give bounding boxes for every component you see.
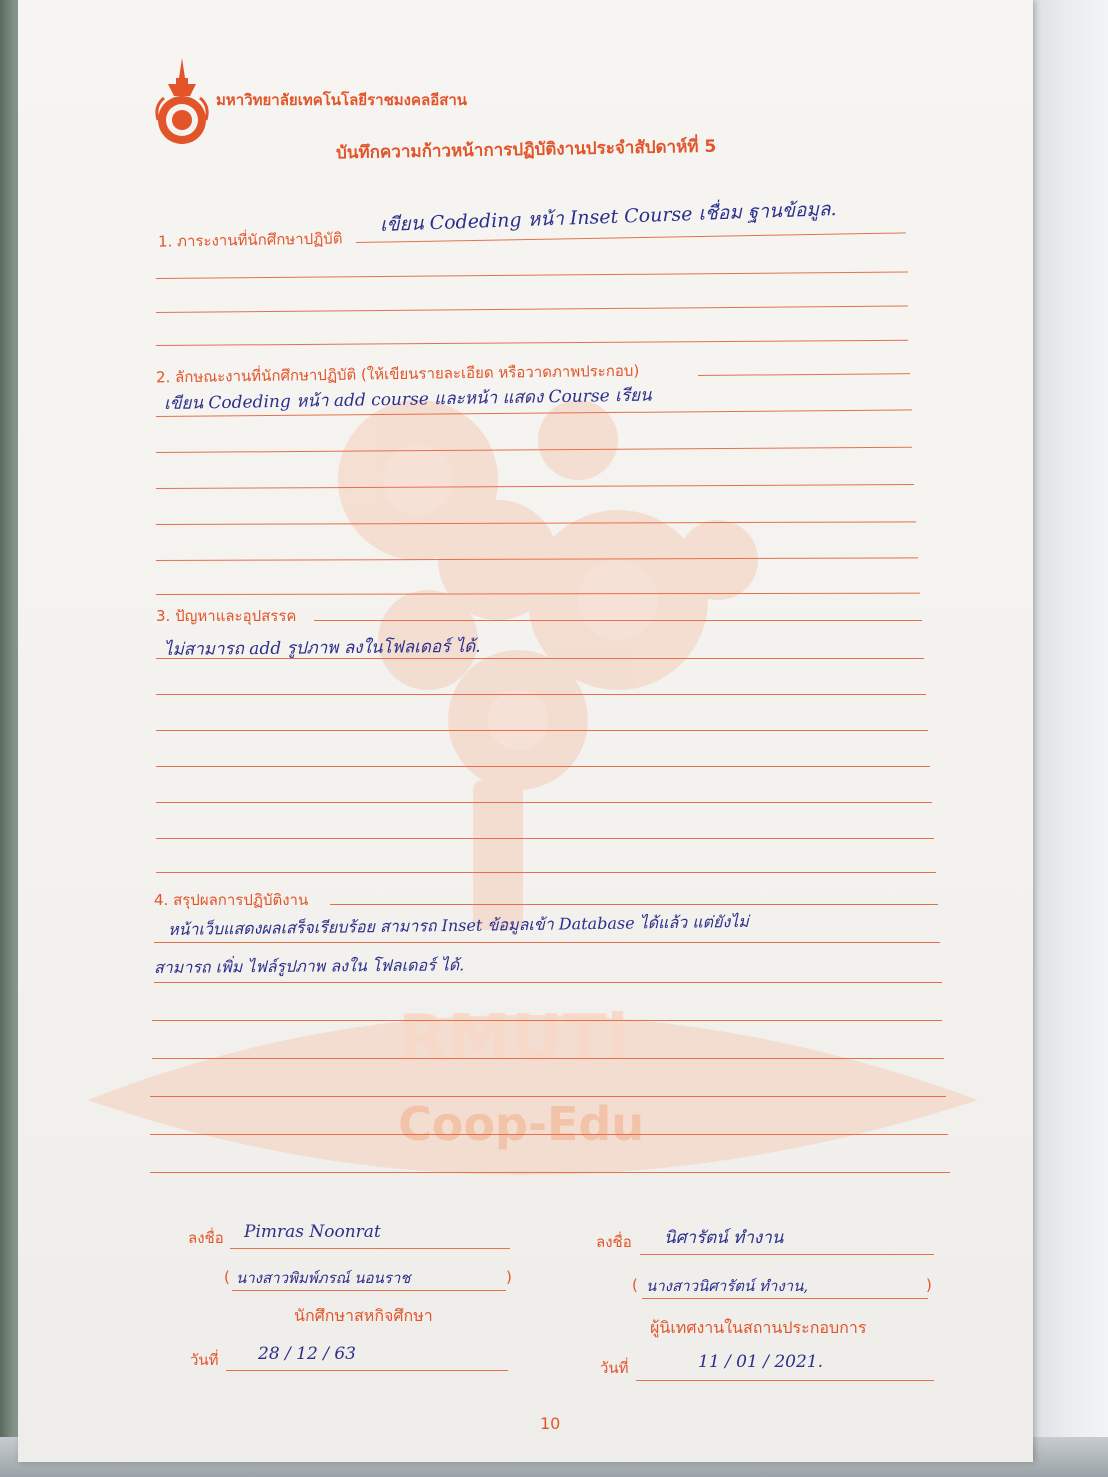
section-4-entry-1: หน้าเว็บแสดงผลเสร็จเรียบร้อย สามารถ Inse… (167, 911, 749, 939)
student-close-paren: ) (506, 1268, 512, 1286)
answer-line (155, 557, 918, 561)
section-1-entry: เขียน Codeding หน้า Inset Course เชื่อม … (379, 198, 837, 236)
answer-line (155, 592, 920, 595)
answer-line (155, 484, 914, 489)
answer-line (156, 694, 926, 695)
date-line (636, 1380, 934, 1381)
university-seal-logo (155, 58, 209, 144)
section-1-label: 1. ภาระงานที่นักศึกษาปฏิบัติ (157, 229, 343, 251)
worksheet-page: RMUTi Coop-Edu มหาวิทยาลัยเทคโนโลยีราชมง… (18, 0, 1033, 1462)
name-line (232, 1290, 506, 1291)
student-open-paren: ( (224, 1268, 230, 1286)
section-3-label: 3. ปัญหาและอุปสรรค (156, 607, 297, 625)
student-printed-name: นางสาวพิมพ์ภรณ์ นอนราช (236, 1269, 411, 1287)
section-4-entry-2: สามารถ เพิ่ม ไฟล์รูปภาพ ลงใน โฟลเดอร์ ได… (153, 955, 465, 977)
answer-line (156, 766, 930, 767)
supervisor-printed-name: นางสาวนิศารัตน์ ทำงาน, (646, 1277, 809, 1295)
supervisor-role: ผู้นิเทศงานในสถานประกอบการ (650, 1318, 867, 1337)
answer-line (156, 872, 936, 873)
university-name: มหาวิทยาลัยเทคโนโลยีราชมงคลอีสาน (216, 91, 468, 109)
answer-line (150, 1172, 950, 1173)
answer-line (155, 339, 908, 346)
student-date-label: วันที่ (190, 1351, 219, 1369)
answer-line (154, 942, 940, 943)
answer-line (314, 620, 922, 621)
supervisor-date: 11 / 01 / 2021. (698, 1352, 824, 1372)
answer-line (155, 446, 912, 453)
student-signature: Pimras Noonrat (244, 1222, 381, 1242)
answer-line (156, 838, 934, 839)
supervisor-signature: นิศารัตน์ ทำงาน (664, 1228, 784, 1248)
supervisor-close-paren: ) (926, 1276, 932, 1294)
answer-line (155, 271, 908, 279)
date-line (226, 1370, 508, 1371)
supervisor-date-label: วันที่ (600, 1359, 629, 1377)
answer-line (155, 305, 908, 313)
page-number: 10 (540, 1414, 561, 1433)
student-date: 28 / 12 / 63 (258, 1344, 356, 1364)
answer-line (156, 658, 924, 659)
signature-line (230, 1248, 510, 1249)
answer-line (152, 1058, 944, 1059)
document-title: บันทึกความก้าวหน้าการปฏิบัติงานประจำสัปด… (335, 136, 717, 164)
student-sign-label: ลงชื่อ (188, 1229, 224, 1247)
answer-line (156, 802, 932, 803)
answer-line (150, 1134, 948, 1135)
answer-line (150, 1096, 946, 1097)
student-role: นักศึกษาสหกิจศึกษา (294, 1306, 433, 1325)
answer-line (155, 521, 916, 525)
answer-line (156, 730, 928, 731)
supervisor-open-paren: ( (632, 1276, 638, 1294)
answer-line (697, 373, 910, 376)
answer-line (330, 904, 938, 905)
answer-line (152, 1020, 942, 1021)
watermark-text: RMUTi (398, 1002, 629, 1076)
answer-line (154, 982, 942, 983)
supervisor-sign-label: ลงชื่อ (596, 1233, 632, 1251)
watermark-subtext: Coop-Edu (398, 1097, 644, 1151)
name-line (642, 1298, 928, 1299)
signature-line (640, 1254, 934, 1255)
section-4-label: 4. สรุปผลการปฏิบัติงาน (154, 891, 309, 909)
